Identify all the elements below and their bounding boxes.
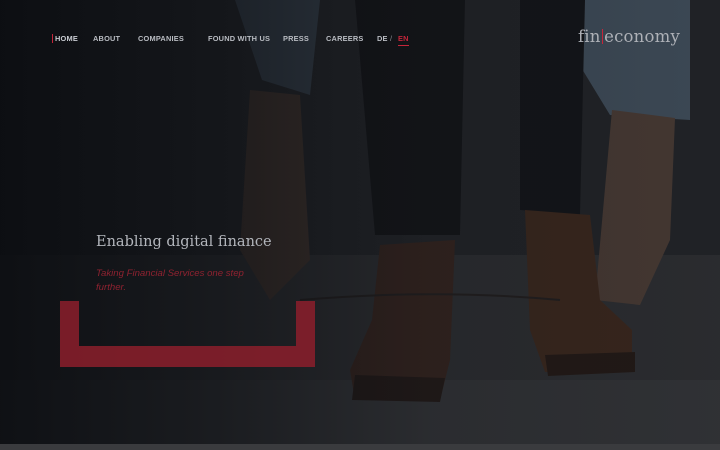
hero-subtitle: Taking Financial Services one step furth… xyxy=(96,268,244,293)
nav-about[interactable]: ABOUT xyxy=(93,34,120,43)
bottom-strip xyxy=(0,444,720,450)
logo-text-economy: economy xyxy=(604,27,680,46)
nav-home[interactable]: HOME xyxy=(52,34,78,43)
logo-divider xyxy=(601,29,604,44)
nav-press[interactable]: PRESS xyxy=(283,34,309,43)
hero-dark-overlay xyxy=(0,0,720,450)
decorative-red-bracket xyxy=(60,301,315,367)
nav-companies[interactable]: COMPANIES xyxy=(138,34,184,43)
fineconomy-logo[interactable]: fin economy xyxy=(578,27,680,46)
language-en[interactable]: EN xyxy=(398,34,409,46)
nav-found-with-us[interactable]: FOUND WITH US xyxy=(208,34,270,43)
logo-text-fin: fin xyxy=(578,27,601,46)
nav-careers[interactable]: CAREERS xyxy=(326,34,364,43)
language-de[interactable]: DE xyxy=(377,34,388,43)
hero-title: Enabling digital finance xyxy=(96,234,272,250)
language-separator: / xyxy=(390,34,393,43)
